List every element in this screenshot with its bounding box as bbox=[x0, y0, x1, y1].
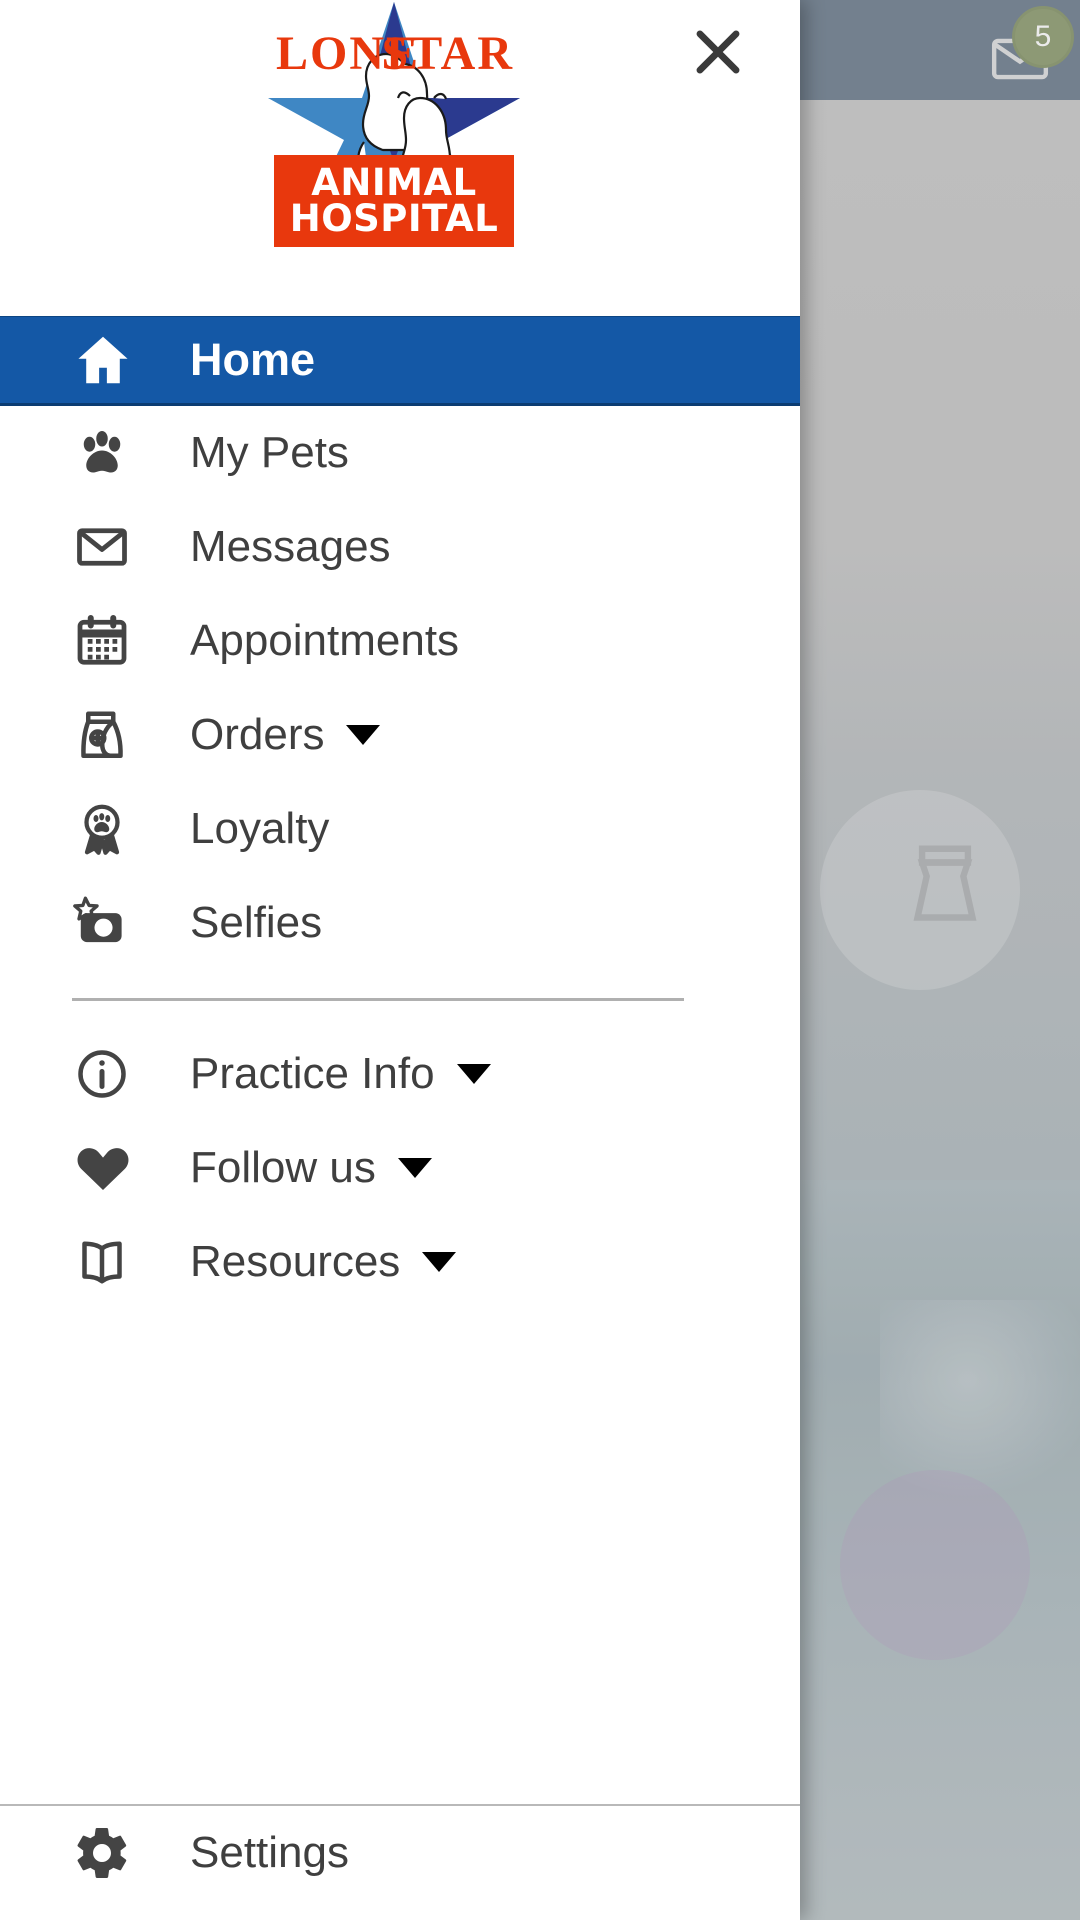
paw-icon bbox=[72, 422, 146, 484]
home-icon bbox=[72, 329, 146, 391]
gear-icon bbox=[72, 1822, 146, 1884]
navigation-drawer: LONE STAR ANIMAL HOSPITAL Home My Pets M… bbox=[0, 0, 800, 1920]
nav-item-home[interactable]: Home bbox=[0, 316, 800, 406]
nav-label: Resources bbox=[190, 1237, 401, 1286]
nav-item-loyalty[interactable]: Loyalty bbox=[0, 782, 800, 876]
close-icon[interactable] bbox=[674, 8, 762, 96]
calendar-icon bbox=[72, 610, 146, 672]
nav-item-practice-info[interactable]: Practice Info bbox=[0, 1027, 800, 1121]
nav-label: Orders bbox=[190, 710, 325, 759]
envelope-icon bbox=[72, 516, 146, 578]
nav-item-orders[interactable]: Orders bbox=[0, 688, 800, 782]
nav-label: Follow us bbox=[190, 1143, 376, 1192]
nav-item-follow-us[interactable]: Follow us bbox=[0, 1121, 800, 1215]
book-icon bbox=[72, 1231, 146, 1293]
nav-item-my-pets[interactable]: My Pets bbox=[0, 406, 800, 500]
menu-divider bbox=[72, 998, 684, 1001]
nav-label: Selfies bbox=[190, 898, 323, 947]
nav-label: Settings bbox=[190, 1828, 349, 1877]
logo-word-star: STAR bbox=[381, 27, 514, 80]
chevron-down-icon[interactable] bbox=[422, 1252, 457, 1272]
logo-banner-hospital: HOSPITAL bbox=[289, 197, 499, 240]
nav-label: Loyalty bbox=[190, 804, 330, 853]
nav-label: Messages bbox=[190, 522, 391, 571]
nav-label: Home bbox=[190, 334, 316, 385]
chevron-down-icon[interactable] bbox=[397, 1158, 432, 1178]
nav-item-resources[interactable]: Resources bbox=[0, 1215, 800, 1309]
screen: 5 LONE STAR ANIMAL HOSPITAL Home My Pets… bbox=[0, 0, 1080, 1920]
heart-icon bbox=[72, 1137, 146, 1199]
info-circle-icon bbox=[72, 1043, 146, 1105]
nav-label: Appointments bbox=[190, 616, 460, 665]
menu-spacer bbox=[0, 1309, 800, 1509]
logo-banner-animal: ANIMAL bbox=[311, 161, 477, 205]
chevron-down-icon[interactable] bbox=[456, 1064, 491, 1084]
nav-label: My Pets bbox=[190, 428, 349, 477]
nav-item-appointments[interactable]: Appointments bbox=[0, 594, 800, 688]
nav-item-messages[interactable]: Messages bbox=[0, 500, 800, 594]
logo-banner: ANIMAL HOSPITAL bbox=[274, 155, 514, 247]
drawer-footer: Settings bbox=[0, 1804, 800, 1920]
nav-item-selfies[interactable]: Selfies bbox=[0, 876, 800, 970]
nav-label: Practice Info bbox=[190, 1049, 435, 1098]
practice-logo: LONE STAR ANIMAL HOSPITAL bbox=[268, 2, 520, 250]
camera-star-icon bbox=[72, 892, 146, 954]
chevron-down-icon[interactable] bbox=[346, 725, 381, 745]
nav-item-settings[interactable]: Settings bbox=[0, 1806, 800, 1900]
award-paw-icon bbox=[72, 798, 146, 860]
food-bag-icon bbox=[72, 704, 146, 766]
drawer-header: LONE STAR ANIMAL HOSPITAL bbox=[0, 0, 800, 316]
drawer-menu: Home My Pets Messages Appointments Order… bbox=[0, 316, 800, 1804]
